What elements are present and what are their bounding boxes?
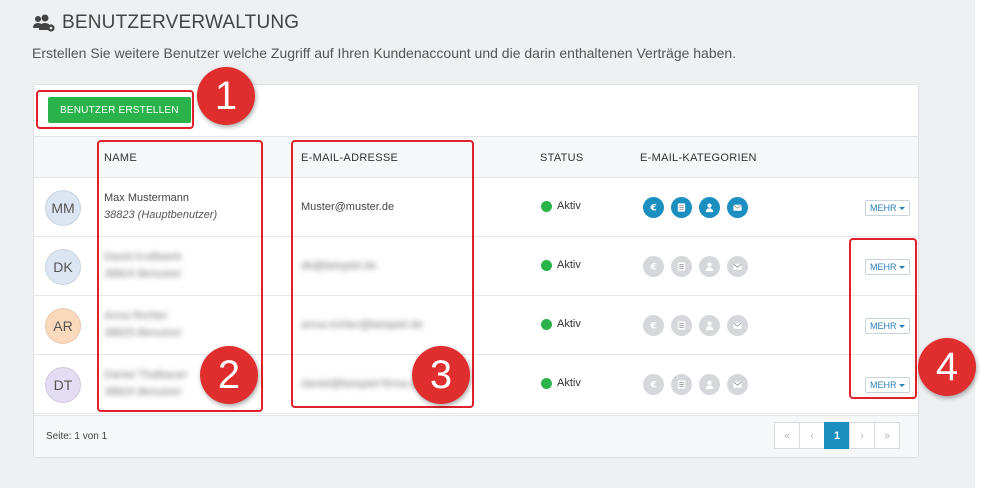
status-dot-icon [541,200,552,212]
page-header: BENUTZERVERWALTUNG [32,12,299,34]
person-icon[interactable] [699,315,720,336]
status-text: Aktiv [557,200,581,212]
status-text: Aktiv [557,318,581,330]
email-categories: € [643,374,748,395]
euro-icon[interactable]: € [643,197,664,218]
document-icon[interactable] [671,256,692,277]
email-categories: € [643,197,748,218]
person-icon[interactable] [699,197,720,218]
status-badge: Aktiv [541,200,581,212]
euro-icon[interactable]: € [643,374,664,395]
avatar-initials: DT [53,377,73,393]
avatar: DT [45,367,81,403]
annotation-marker-3: 3 [412,346,470,404]
status-dot-icon [541,377,552,389]
status-text: Aktiv [557,259,581,271]
avatar-initials: MM [51,200,75,216]
person-icon[interactable] [699,374,720,395]
envelope-icon[interactable] [727,315,748,336]
page-description: Erstellen Sie weitere Benutzer welche Zu… [32,45,737,61]
annotation-box-1 [36,90,194,129]
annotation-marker-2: 2 [200,346,258,404]
more-dropdown-button[interactable]: MEHR [865,200,910,216]
person-icon[interactable] [699,256,720,277]
svg-text:€: € [649,203,656,213]
pagination-prev-button[interactable]: ‹ [799,422,825,449]
avatar-initials: DK [53,259,73,275]
pagination-page-1[interactable]: 1 [824,422,850,449]
caret-down-icon [898,206,905,210]
status-text: Aktiv [557,377,581,389]
table-footer: Seite: 1 von 1 « ‹ 1 › » [34,415,918,457]
status-badge: Aktiv [541,259,581,271]
column-header-status[interactable]: STATUS [540,152,584,164]
envelope-icon[interactable] [727,374,748,395]
column-header-categories: E-MAIL-KATEGORIEN [640,152,757,164]
email-categories: € [643,315,748,336]
avatar-initials: AR [53,318,73,334]
envelope-icon[interactable] [727,197,748,218]
status-dot-icon [541,318,552,330]
annotation-marker-1: 1 [197,67,255,125]
document-icon[interactable] [671,315,692,336]
annotation-box-4 [849,238,917,399]
document-icon[interactable] [671,197,692,218]
avatar: DK [45,249,81,285]
users-icon [33,14,55,32]
more-label: MEHR [870,203,897,213]
page-title: BENUTZERVERWALTUNG [62,12,300,33]
envelope-icon[interactable] [727,256,748,277]
svg-text:€: € [649,321,656,331]
document-icon[interactable] [671,374,692,395]
annotation-marker-4: 4 [918,338,976,396]
pagination-next-button[interactable]: › [849,422,875,449]
status-badge: Aktiv [541,377,581,389]
svg-text:€: € [649,380,656,390]
pagination-last-button[interactable]: » [874,422,900,449]
email-categories: € [643,256,748,277]
avatar: MM [45,190,81,226]
page-info: Seite: 1 von 1 [46,431,108,442]
euro-icon[interactable]: € [643,256,664,277]
status-badge: Aktiv [541,318,581,330]
euro-icon[interactable]: € [643,315,664,336]
avatar: AR [45,308,81,344]
page-right-edge [975,0,985,488]
svg-text:€: € [649,262,656,272]
pagination: « ‹ 1 › » [774,422,900,449]
status-dot-icon [541,259,552,271]
pagination-first-button[interactable]: « [774,422,800,449]
